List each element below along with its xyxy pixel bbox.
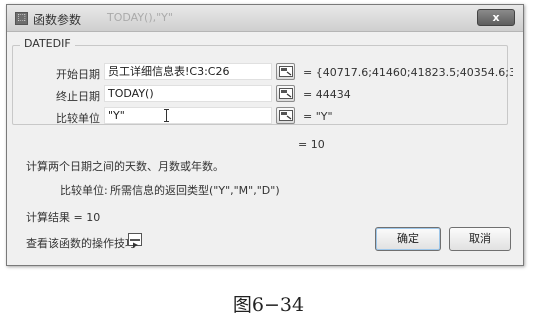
- range-select-icon: [279, 88, 293, 99]
- background-ghost-text: TODAY(),"Y": [107, 11, 173, 24]
- app-icon: ⬚: [15, 12, 28, 25]
- calculation-result: 计算结果 = 10: [26, 211, 101, 224]
- param-help-name: 比较单位:: [60, 184, 108, 197]
- end-date-input[interactable]: TODAY(): [104, 85, 272, 102]
- unit-value: = "Y": [303, 110, 333, 123]
- function-name-label: DATEDIF: [20, 37, 75, 50]
- help-link[interactable]: 查看该函数的操作技巧: [26, 235, 136, 251]
- ok-button[interactable]: 确定: [375, 227, 441, 251]
- end-date-value: = 44434: [303, 88, 351, 101]
- function-arguments-dialog: ⬚ 函数参数 TODAY(),"Y" x: [6, 4, 524, 266]
- function-description: 计算两个日期之间的天数、月数或年数。: [26, 160, 224, 173]
- play-icon: [130, 239, 140, 248]
- text-cursor-icon: [164, 109, 169, 122]
- start-date-value: = {40717.6;41460;41823.5;40354.6;3852...: [303, 66, 513, 79]
- start-date-input[interactable]: 员工详细信息表!C3:C26: [104, 63, 272, 80]
- range-select-icon: [279, 110, 293, 121]
- close-button[interactable]: x: [477, 9, 515, 26]
- start-date-collapse-button[interactable]: [276, 63, 295, 80]
- unit-collapse-button[interactable]: [276, 107, 295, 124]
- param-help-text: 所需信息的返回类型("Y","M","D"): [110, 184, 280, 197]
- formula-result: = 10: [298, 138, 325, 151]
- start-date-label: 开始日期: [56, 68, 100, 81]
- figure-caption: 图6−34: [232, 294, 305, 316]
- end-date-label: 终止日期: [56, 90, 100, 103]
- dialog-title: 函数参数: [33, 13, 82, 27]
- range-select-icon: [279, 66, 293, 77]
- title-bar[interactable]: ⬚ 函数参数 TODAY(),"Y" x: [7, 5, 523, 32]
- unit-label: 比较单位: [56, 112, 100, 125]
- cancel-button[interactable]: 取消: [449, 227, 511, 251]
- unit-input[interactable]: "Y": [104, 107, 272, 124]
- end-date-collapse-button[interactable]: [276, 85, 295, 102]
- help-video-icon[interactable]: [128, 233, 142, 248]
